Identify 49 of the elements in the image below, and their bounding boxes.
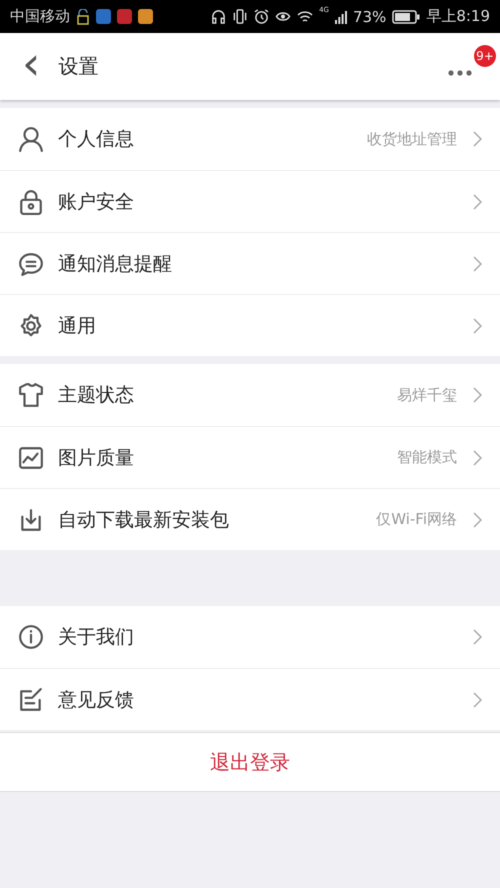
item-label: 通知消息提醒 xyxy=(58,252,173,276)
alarm-icon xyxy=(254,9,270,24)
clock-time: 早上8:19 xyxy=(426,7,490,26)
app-icon xyxy=(117,9,132,24)
item-value: 智能模式 xyxy=(397,448,457,467)
item-label: 通用 xyxy=(58,314,97,338)
carrier-name: 中国移动 xyxy=(10,7,70,26)
vpn-lock-icon xyxy=(76,8,90,24)
item-label: 个人信息 xyxy=(58,127,135,152)
app-icon xyxy=(96,9,111,24)
back-button[interactable]: ‹ xyxy=(18,40,52,94)
item-label: 图片质量 xyxy=(58,446,135,470)
item-label: 自动下载最新安装包 xyxy=(58,508,230,532)
edit-note-icon xyxy=(18,686,44,712)
notification-badge: 9+ xyxy=(474,45,496,67)
item-label: 意见反馈 xyxy=(58,688,135,712)
chevron-right-icon xyxy=(473,692,482,708)
item-value: 仅Wi-Fi网络 xyxy=(376,510,457,529)
logout-button[interactable]: 退出登录 xyxy=(0,732,500,792)
item-label: 关于我们 xyxy=(58,625,135,650)
battery-icon xyxy=(392,10,420,24)
chevron-right-icon xyxy=(473,629,482,645)
chevron-right-icon xyxy=(473,387,482,403)
chevron-right-icon xyxy=(473,450,482,466)
image-icon xyxy=(18,444,44,470)
chat-bubble-icon xyxy=(18,250,44,276)
chevron-right-icon xyxy=(473,131,482,147)
chevron-right-icon xyxy=(473,318,482,334)
item-value: 易烊千玺 xyxy=(397,386,457,404)
chevron-right-icon xyxy=(473,512,482,528)
page-title: 设置 xyxy=(58,53,100,80)
headphones-icon xyxy=(211,9,226,24)
t-shirt-icon xyxy=(18,382,44,408)
person-icon xyxy=(18,126,44,152)
wifi-icon xyxy=(297,10,314,24)
item-label: 账户安全 xyxy=(58,190,135,214)
info-icon xyxy=(18,624,44,650)
item-label: 主题状态 xyxy=(58,383,135,408)
item-value: 收货地址管理 xyxy=(367,130,457,148)
signal-icon xyxy=(334,10,347,24)
chevron-right-icon xyxy=(473,194,482,210)
download-icon xyxy=(18,506,44,532)
more-icon xyxy=(448,70,472,76)
app-icon xyxy=(138,9,153,24)
lock-icon xyxy=(18,188,44,214)
gear-icon xyxy=(18,312,44,338)
chevron-right-icon xyxy=(473,256,482,272)
vibrate-icon xyxy=(232,9,248,24)
battery-percent: 73% xyxy=(352,8,386,26)
